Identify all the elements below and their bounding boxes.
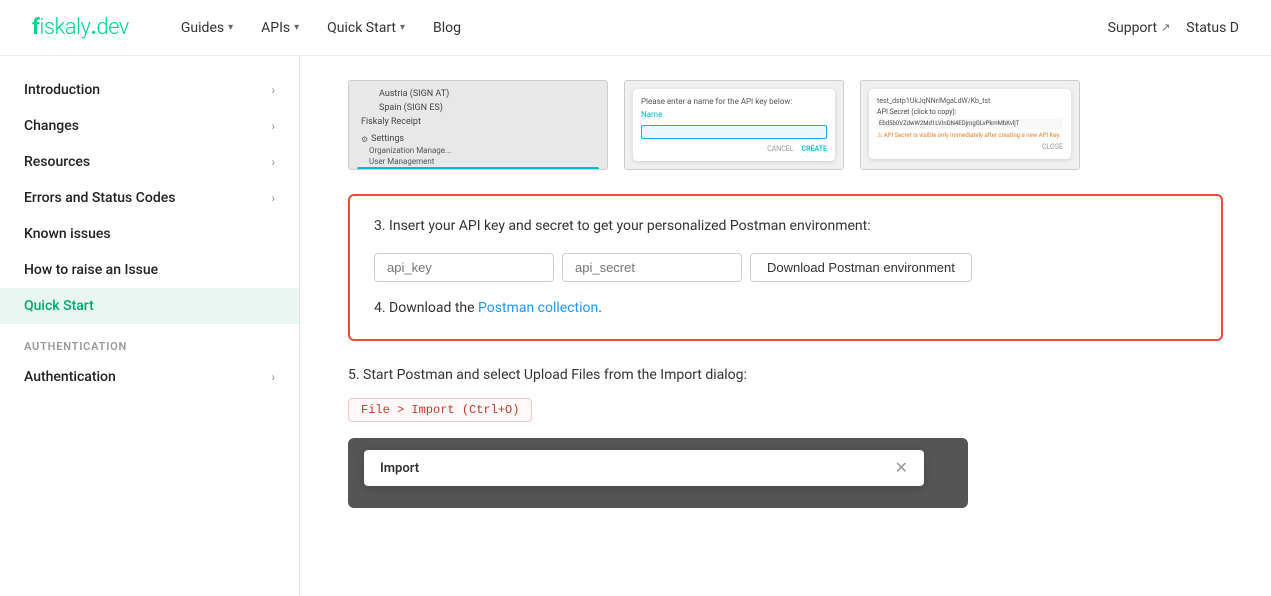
step5-text: 5. Start Postman and select Upload Files… xyxy=(348,365,1223,386)
sidebar-item-errors[interactable]: Errors and Status Codes › xyxy=(0,180,299,216)
screenshot-row: Austria (SIGN AT) Spain (SIGN ES) Fiskal… xyxy=(348,80,1223,170)
step3-text: 3. Insert your API key and secret to get… xyxy=(374,216,1197,237)
screenshot-3: test_dstp1UkJqNNrIMgaLdW/Kb_tst API Secr… xyxy=(860,80,1080,170)
download-postman-button[interactable]: Download Postman environment xyxy=(750,253,972,282)
chevron-down-icon: ▾ xyxy=(228,22,233,33)
sidebar-item-raise-issue[interactable]: How to raise an Issue xyxy=(0,252,299,288)
sidebar: Introduction › Changes › Resources › Err… xyxy=(0,56,300,596)
chevron-right-icon: › xyxy=(271,83,275,97)
main-content: Austria (SIGN AT) Spain (SIGN ES) Fiskal… xyxy=(300,56,1271,596)
logo-dev: dev xyxy=(96,15,129,40)
nav-support[interactable]: Support ↗ xyxy=(1108,20,1171,36)
sidebar-section-auth: AUTHENTICATION xyxy=(0,324,299,359)
sidebar-item-introduction[interactable]: Introduction › xyxy=(0,72,299,108)
sidebar-item-resources[interactable]: Resources › xyxy=(0,144,299,180)
import-dialog: Import ✕ xyxy=(364,450,924,486)
chevron-down-icon: ▾ xyxy=(294,22,299,33)
import-dialog-wrapper: Import ✕ xyxy=(348,438,968,508)
import-close-icon[interactable]: ✕ xyxy=(895,460,908,476)
sidebar-item-quickstart[interactable]: Quick Start xyxy=(0,288,299,324)
api-key-input[interactable] xyxy=(374,253,554,282)
layout: Introduction › Changes › Resources › Err… xyxy=(0,56,1271,596)
api-secret-input[interactable] xyxy=(562,253,742,282)
step3-inputs: Download Postman environment xyxy=(374,253,1197,282)
logo[interactable]: fiskaly.dev xyxy=(32,15,129,40)
logo-light: iskaly xyxy=(39,15,90,40)
nav-apis[interactable]: APIs ▾ xyxy=(249,14,311,42)
sidebar-item-known-issues[interactable]: Known issues xyxy=(0,216,299,252)
sidebar-item-changes[interactable]: Changes › xyxy=(0,108,299,144)
chevron-right-icon: › xyxy=(271,191,275,205)
nav-status[interactable]: Status D xyxy=(1186,20,1239,36)
screenshot-1: Austria (SIGN AT) Spain (SIGN ES) Fiskal… xyxy=(348,80,608,170)
chevron-right-icon: › xyxy=(271,119,275,133)
nav-quickstart[interactable]: Quick Start ▾ xyxy=(315,14,417,42)
nav-guides[interactable]: Guides ▾ xyxy=(169,14,245,42)
chevron-right-icon: › xyxy=(271,155,275,169)
chevron-down-icon: ▾ xyxy=(400,22,405,33)
nav-links: Guides ▾ APIs ▾ Quick Start ▾ Blog xyxy=(169,14,1108,42)
step3-box: 3. Insert your API key and secret to get… xyxy=(348,194,1223,341)
external-link-icon: ↗ xyxy=(1161,21,1170,34)
nav-right: Support ↗ Status D xyxy=(1108,20,1239,36)
postman-collection-link[interactable]: Postman collection xyxy=(478,300,598,316)
topnav: fiskaly.dev Guides ▾ APIs ▾ Quick Start … xyxy=(0,0,1271,56)
sidebar-item-authentication[interactable]: Authentication › xyxy=(0,359,299,395)
nav-blog[interactable]: Blog xyxy=(421,14,473,42)
import-title: Import xyxy=(380,461,419,476)
code-inline: File > Import (Ctrl+O) xyxy=(348,398,532,422)
screenshot-2: Please enter a name for the API key belo… xyxy=(624,80,844,170)
step4-text: 4. Download the Postman collection. xyxy=(374,298,1197,319)
chevron-right-icon: › xyxy=(271,370,275,384)
